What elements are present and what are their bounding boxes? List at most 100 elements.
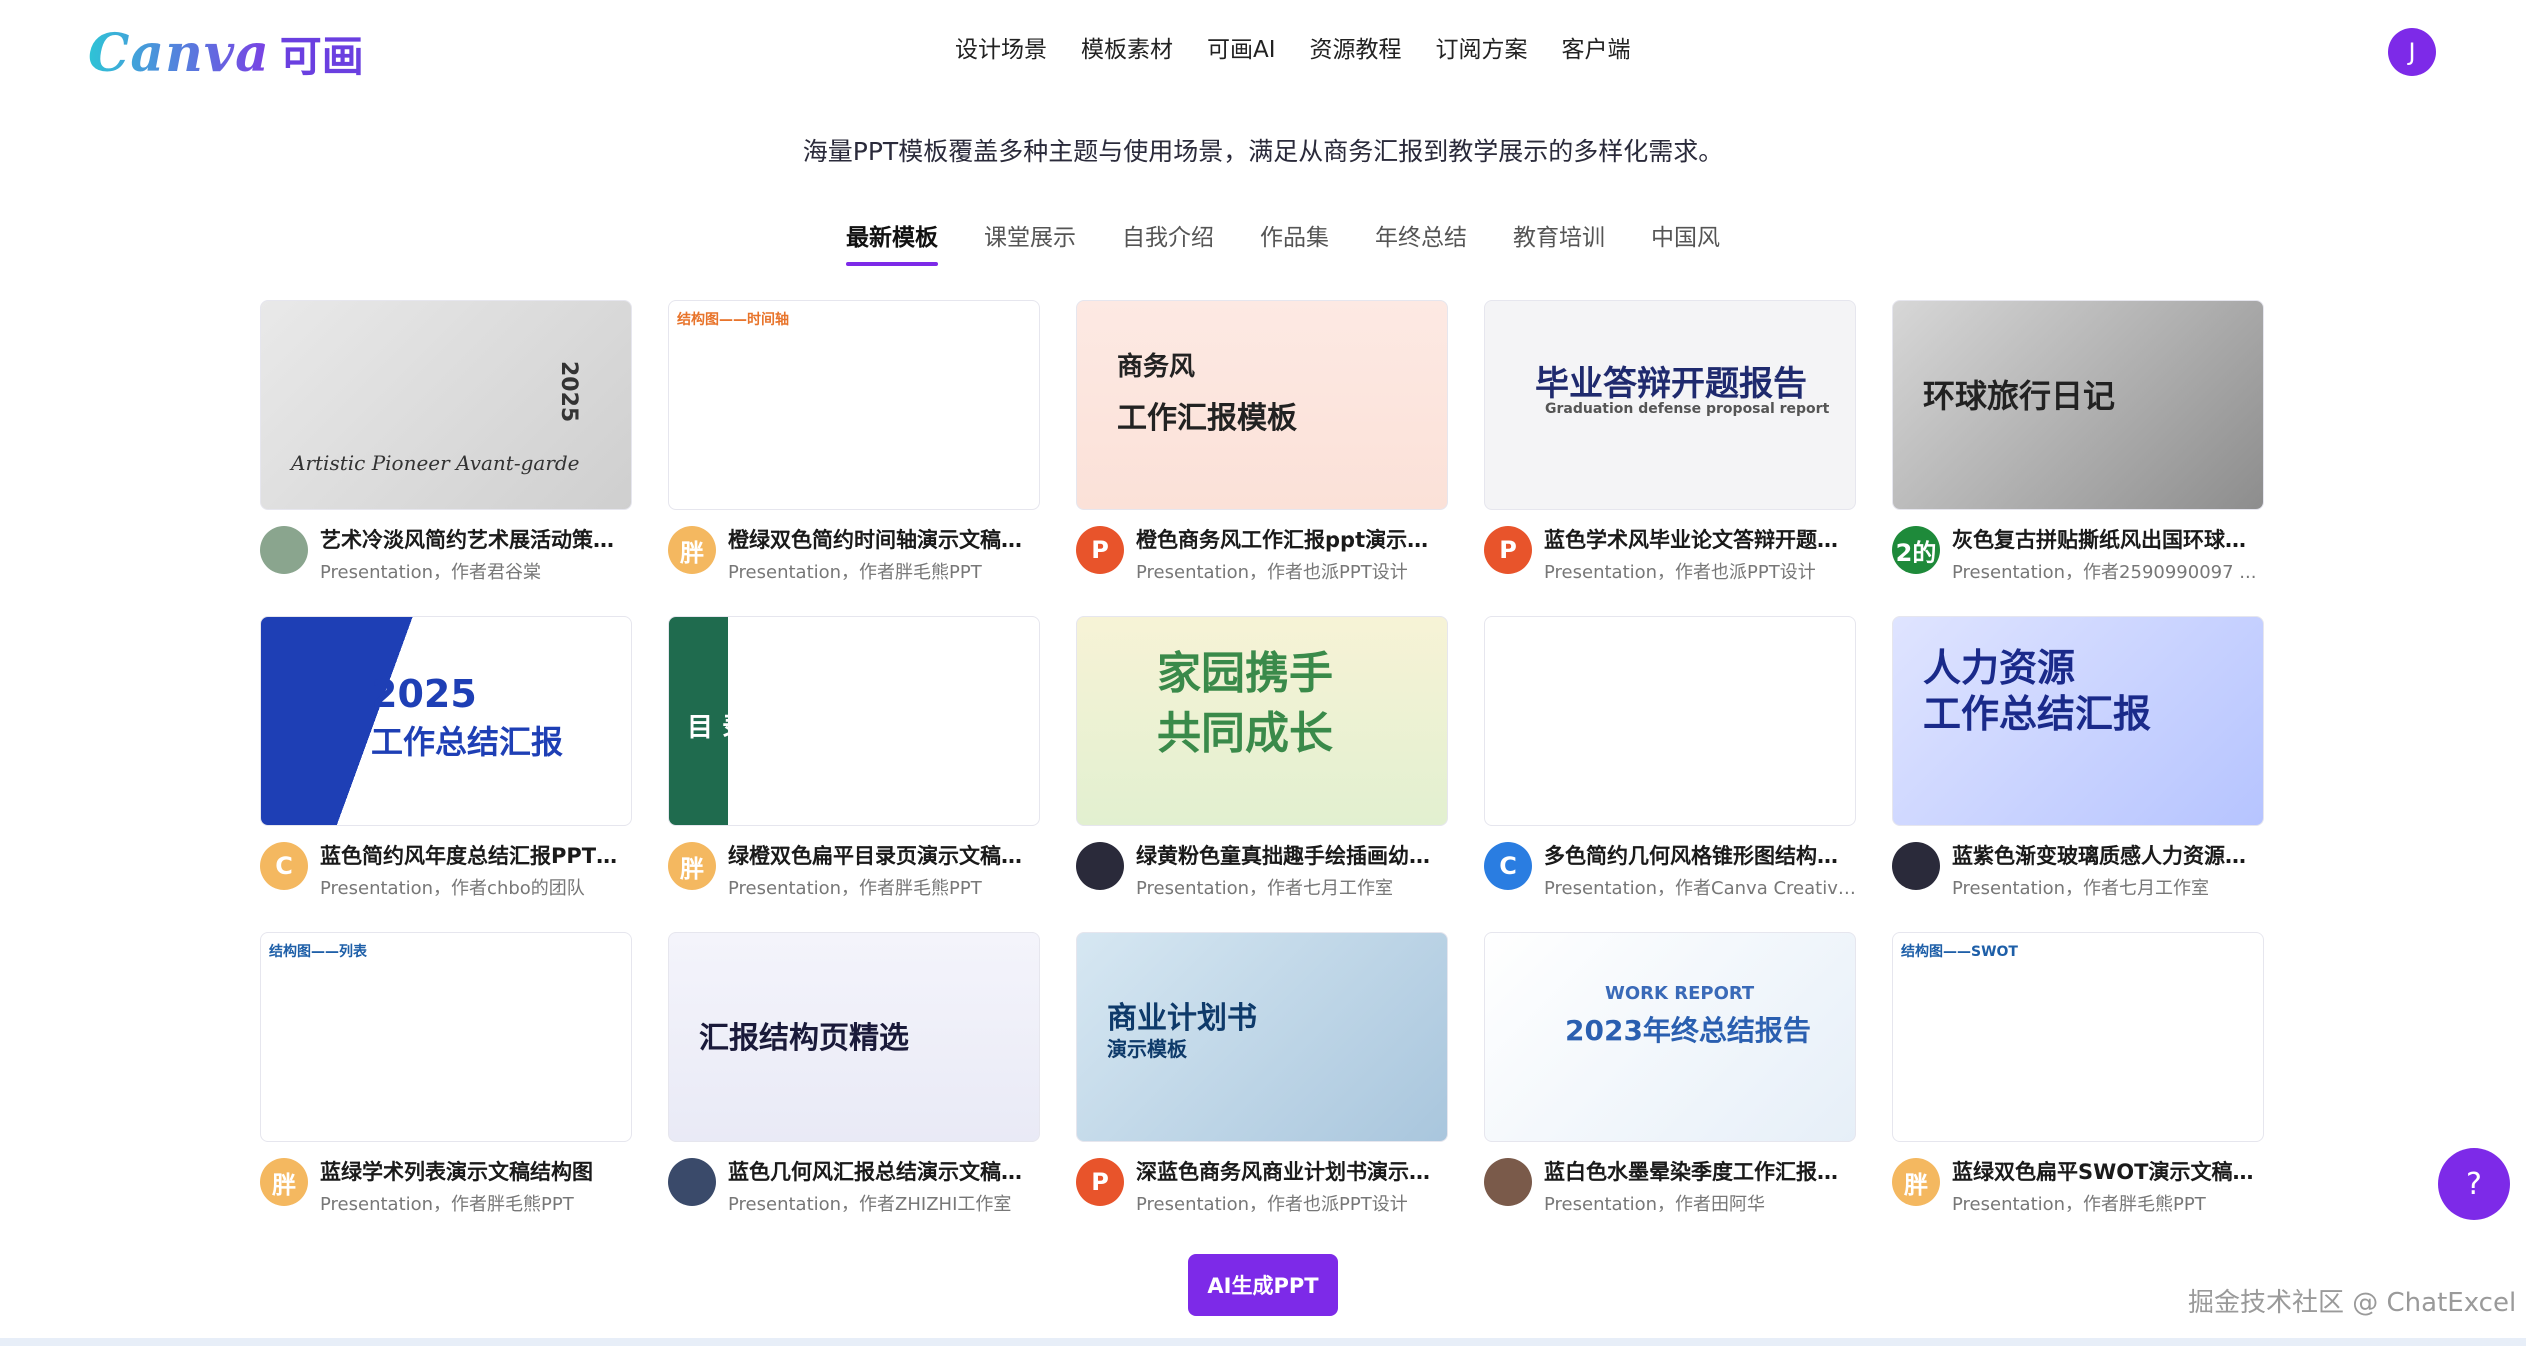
template-title[interactable]: 绿橙双色扁平目录页演示文稿结... — [728, 842, 1040, 870]
template-title[interactable]: 橙绿双色简约时间轴演示文稿结... — [728, 526, 1040, 554]
author-avatar[interactable]: 胖 — [260, 1158, 308, 1206]
author-avatar[interactable]: 胖 — [668, 842, 716, 890]
template-title[interactable]: 蓝色几何风汇报总结演示文稿结... — [728, 1158, 1040, 1186]
template-title[interactable]: 绿黄粉色童真拙趣手绘插画幼儿... — [1136, 842, 1448, 870]
thumbnail-heading: 目 录 — [687, 713, 749, 743]
thumbnail-subheading: 共同成长 — [1157, 708, 1333, 759]
template-card[interactable]: WORK REPORT 2023年终总结报告 蓝白色水墨晕染季度工作汇报年...… — [1484, 932, 1856, 1248]
template-thumbnail[interactable]: 毕业答辩开题报告 Graduation defense proposal rep… — [1484, 300, 1856, 510]
tab-year-end[interactable]: 年终总结 — [1375, 218, 1467, 266]
card-meta: P 深蓝色商务风商业计划书演示文... Presentation，作者也派PPT… — [1076, 1158, 1448, 1216]
author-avatar[interactable] — [1892, 842, 1940, 890]
thumbnail-heading: 家园携手 — [1157, 648, 1333, 699]
author-avatar[interactable] — [668, 1158, 716, 1206]
template-thumbnail[interactable]: 汇报结构页精选 — [668, 932, 1040, 1142]
card-meta: 蓝色几何风汇报总结演示文稿结... Presentation，作者ZHIZHI工… — [668, 1158, 1040, 1216]
template-card[interactable]: 2025 工作总结汇报 C 蓝色简约风年度总结汇报PPT演... Present… — [260, 616, 632, 932]
template-title[interactable]: 蓝色简约风年度总结汇报PPT演... — [320, 842, 632, 870]
canva-logo[interactable]: Canva 可画 — [88, 18, 364, 88]
tab-self-intro[interactable]: 自我介绍 — [1122, 218, 1214, 266]
author-avatar[interactable] — [1076, 842, 1124, 890]
template-card[interactable]: Artistic Pioneer Avant-garde 2025 艺术冷淡风简… — [260, 300, 632, 616]
template-card[interactable]: 环球旅行日记 2的 灰色复古拼贴撕纸风出国环球旅... Presentation… — [1892, 300, 2264, 616]
card-meta: C 多色简约几何风格锥形图结构图... Presentation，作者Canva… — [1484, 842, 1856, 900]
template-card[interactable]: 人力资源 工作总结汇报 蓝紫色渐变玻璃质感人力资源工... Presentati… — [1892, 616, 2264, 932]
template-title[interactable]: 蓝白色水墨晕染季度工作汇报年... — [1544, 1158, 1856, 1186]
author-avatar[interactable] — [260, 526, 308, 574]
template-thumbnail[interactable]: 结构图——列表 — [260, 932, 632, 1142]
template-card[interactable]: 目 录 胖 绿橙双色扁平目录页演示文稿结... Presentation，作者胖… — [668, 616, 1040, 932]
template-thumbnail[interactable]: 结构图——时间轴 — [668, 300, 1040, 510]
template-thumbnail[interactable]: 家园携手 共同成长 — [1076, 616, 1448, 826]
logo-word: Canva — [88, 22, 270, 84]
template-thumbnail[interactable]: 2025 工作总结汇报 — [260, 616, 632, 826]
template-title[interactable]: 蓝绿双色扁平SWOT演示文稿结... — [1952, 1158, 2264, 1186]
template-title[interactable]: 深蓝色商务风商业计划书演示文... — [1136, 1158, 1448, 1186]
card-meta: 绿黄粉色童真拙趣手绘插画幼儿... Presentation，作者七月工作室 — [1076, 842, 1448, 900]
nav-item-tutorials[interactable]: 资源教程 — [1310, 30, 1402, 64]
thumbnail-heading: 结构图——时间轴 — [677, 312, 789, 328]
author-avatar[interactable]: 胖 — [1892, 1158, 1940, 1206]
template-title[interactable]: 多色简约几何风格锥形图结构图... — [1544, 842, 1856, 870]
template-thumbnail[interactable]: Artistic Pioneer Avant-garde 2025 — [260, 300, 632, 510]
user-avatar[interactable]: J — [2388, 28, 2436, 76]
template-thumbnail[interactable] — [1484, 616, 1856, 826]
template-card[interactable]: 汇报结构页精选 蓝色几何风汇报总结演示文稿结... Presentation，作… — [668, 932, 1040, 1248]
template-title[interactable]: 灰色复古拼贴撕纸风出国环球旅... — [1952, 526, 2264, 554]
template-title[interactable]: 蓝紫色渐变玻璃质感人力资源工... — [1952, 842, 2264, 870]
thumbnail-subheading: 演示模板 — [1107, 1037, 1187, 1061]
nav-item-canva-ai[interactable]: 可画AI — [1207, 30, 1276, 64]
card-meta: 艺术冷淡风简约艺术展活动策划... Presentation，作者君谷棠 — [260, 526, 632, 584]
template-title[interactable]: 蓝色学术风毕业论文答辩开题报... — [1544, 526, 1856, 554]
template-card[interactable]: 商业计划书 演示模板 P 深蓝色商务风商业计划书演示文... Presentat… — [1076, 932, 1448, 1248]
template-card[interactable]: 商务风 工作汇报模板 P 橙色商务风工作汇报ppt演示文稿 Presentati… — [1076, 300, 1448, 616]
help-button[interactable]: ? — [2438, 1148, 2510, 1220]
template-thumbnail[interactable]: 目 录 — [668, 616, 1040, 826]
thumbnail-subheading: 2025 — [556, 361, 581, 423]
thumbnail-subheading: 工作总结汇报 — [371, 723, 564, 761]
nav-item-design-scenes[interactable]: 设计场景 — [955, 30, 1047, 64]
template-thumbnail[interactable]: 商业计划书 演示模板 — [1076, 932, 1448, 1142]
template-author: Presentation，作者也派PPT设计 — [1136, 562, 1408, 583]
template-thumbnail[interactable]: WORK REPORT 2023年终总结报告 — [1484, 932, 1856, 1142]
template-thumbnail[interactable]: 商务风 工作汇报模板 — [1076, 300, 1448, 510]
template-card[interactable]: C 多色简约几何风格锥形图结构图... Presentation，作者Canva… — [1484, 616, 1856, 932]
thumbnail-subheading: 2023年终总结报告 — [1565, 1014, 1811, 1047]
template-card[interactable]: 结构图——时间轴 胖 橙绿双色简约时间轴演示文稿结... Presentatio… — [668, 300, 1040, 616]
template-card[interactable]: 结构图——SWOT 胖 蓝绿双色扁平SWOT演示文稿结... Presentat… — [1892, 932, 2264, 1248]
template-title[interactable]: 橙色商务风工作汇报ppt演示文稿 — [1136, 526, 1448, 554]
card-meta: P 橙色商务风工作汇报ppt演示文稿 Presentation，作者也派PPT设… — [1076, 526, 1448, 584]
author-avatar[interactable]: P — [1076, 1158, 1124, 1206]
nav-item-templates[interactable]: 模板素材 — [1081, 30, 1173, 64]
thumbnail-heading: 环球旅行日记 — [1923, 377, 2116, 415]
template-author: Presentation，作者chbo的团队 — [320, 878, 585, 899]
tab-chinese-style[interactable]: 中国风 — [1651, 218, 1720, 266]
nav-item-pricing[interactable]: 订阅方案 — [1436, 30, 1528, 64]
template-card[interactable]: 毕业答辩开题报告 Graduation defense proposal rep… — [1484, 300, 1856, 616]
ai-generate-ppt-button[interactable]: AI生成PPT — [1188, 1254, 1338, 1316]
tab-classroom[interactable]: 课堂展示 — [984, 218, 1076, 266]
template-author: Presentation，作者2590990097 ... — [1952, 562, 2257, 583]
author-avatar[interactable]: 2的 — [1892, 526, 1940, 574]
page-subtitle: 海量PPT模板覆盖多种主题与使用场景，满足从商务汇报到教学展示的多样化需求。 — [802, 137, 1724, 166]
author-avatar[interactable] — [1484, 1158, 1532, 1206]
author-avatar[interactable]: P — [1484, 526, 1532, 574]
tab-latest[interactable]: 最新模板 — [846, 218, 938, 266]
author-avatar[interactable]: P — [1076, 526, 1124, 574]
nav-item-client[interactable]: 客户端 — [1562, 30, 1631, 64]
template-title[interactable]: 艺术冷淡风简约艺术展活动策划... — [320, 526, 632, 554]
author-avatar[interactable]: C — [260, 842, 308, 890]
bottom-bar — [0, 1338, 2526, 1346]
template-card[interactable]: 结构图——列表 胖 蓝绿学术列表演示文稿结构图 Presentation，作者胖… — [260, 932, 632, 1248]
template-author: Presentation，作者也派PPT设计 — [1136, 1194, 1408, 1215]
template-card[interactable]: 家园携手 共同成长 绿黄粉色童真拙趣手绘插画幼儿... Presentation… — [1076, 616, 1448, 932]
thumbnail-subheading: 工作汇报模板 — [1117, 401, 1297, 436]
author-avatar[interactable]: 胖 — [668, 526, 716, 574]
template-thumbnail[interactable]: 人力资源 工作总结汇报 — [1892, 616, 2264, 826]
tab-education[interactable]: 教育培训 — [1513, 218, 1605, 266]
tab-portfolio[interactable]: 作品集 — [1260, 218, 1329, 266]
template-thumbnail[interactable]: 环球旅行日记 — [1892, 300, 2264, 510]
template-title[interactable]: 蓝绿学术列表演示文稿结构图 — [320, 1158, 632, 1186]
author-avatar[interactable]: C — [1484, 842, 1532, 890]
template-thumbnail[interactable]: 结构图——SWOT — [1892, 932, 2264, 1142]
